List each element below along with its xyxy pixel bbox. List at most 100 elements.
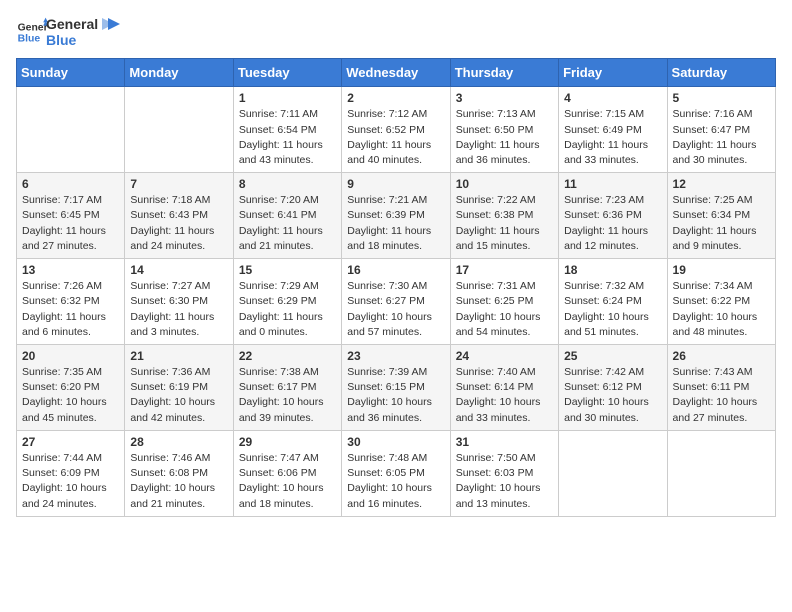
day-info: Sunrise: 7:26 AMSunset: 6:32 PMDaylight:… bbox=[22, 279, 119, 340]
day-number: 31 bbox=[456, 435, 553, 449]
day-info: Sunrise: 7:20 AMSunset: 6:41 PMDaylight:… bbox=[239, 193, 336, 254]
day-number: 18 bbox=[564, 263, 661, 277]
day-info: Sunrise: 7:50 AMSunset: 6:03 PMDaylight:… bbox=[456, 451, 553, 512]
day-info: Sunrise: 7:31 AMSunset: 6:25 PMDaylight:… bbox=[456, 279, 553, 340]
day-cell: 21 Sunrise: 7:36 AMSunset: 6:19 PMDayligh… bbox=[125, 345, 233, 431]
day-cell: 20 Sunrise: 7:35 AMSunset: 6:20 PMDayligh… bbox=[17, 345, 125, 431]
day-number: 26 bbox=[673, 349, 770, 363]
day-info: Sunrise: 7:30 AMSunset: 6:27 PMDaylight:… bbox=[347, 279, 444, 340]
week-row-4: 20 Sunrise: 7:35 AMSunset: 6:20 PMDayligh… bbox=[17, 345, 776, 431]
day-number: 28 bbox=[130, 435, 227, 449]
day-number: 9 bbox=[347, 177, 444, 191]
day-cell: 27 Sunrise: 7:44 AMSunset: 6:09 PMDayligh… bbox=[17, 430, 125, 516]
day-cell: 24 Sunrise: 7:40 AMSunset: 6:14 PMDayligh… bbox=[450, 345, 558, 431]
day-cell: 9 Sunrise: 7:21 AMSunset: 6:39 PMDaylight… bbox=[342, 173, 450, 259]
day-number: 25 bbox=[564, 349, 661, 363]
day-number: 24 bbox=[456, 349, 553, 363]
day-cell: 30Sunrise: 7:48 AMSunset: 6:05 PMDayligh… bbox=[342, 430, 450, 516]
day-info: Sunrise: 7:25 AMSunset: 6:34 PMDaylight:… bbox=[673, 193, 770, 254]
logo-arrow bbox=[102, 18, 120, 32]
day-number: 20 bbox=[22, 349, 119, 363]
day-info: Sunrise: 7:18 AMSunset: 6:43 PMDaylight:… bbox=[130, 193, 227, 254]
day-cell: 2 Sunrise: 7:12 AMSunset: 6:52 PMDaylight… bbox=[342, 87, 450, 173]
day-number: 27 bbox=[22, 435, 119, 449]
day-cell: 1 Sunrise: 7:11 AMSunset: 6:54 PMDaylight… bbox=[233, 87, 341, 173]
day-info: Sunrise: 7:11 AMSunset: 6:54 PMDaylight:… bbox=[239, 107, 336, 168]
week-row-1: 1 Sunrise: 7:11 AMSunset: 6:54 PMDaylight… bbox=[17, 87, 776, 173]
day-number: 1 bbox=[239, 91, 336, 105]
day-number: 12 bbox=[673, 177, 770, 191]
day-info: Sunrise: 7:23 AMSunset: 6:36 PMDaylight:… bbox=[564, 193, 661, 254]
day-number: 8 bbox=[239, 177, 336, 191]
day-number: 5 bbox=[673, 91, 770, 105]
day-cell bbox=[667, 430, 775, 516]
day-info: Sunrise: 7:13 AMSunset: 6:50 PMDaylight:… bbox=[456, 107, 553, 168]
day-cell: 19Sunrise: 7:34 AMSunset: 6:22 PMDayligh… bbox=[667, 259, 775, 345]
day-number: 23 bbox=[347, 349, 444, 363]
calendar: SundayMondayTuesdayWednesdayThursdayFrid… bbox=[16, 58, 776, 516]
day-cell: 16Sunrise: 7:30 AMSunset: 6:27 PMDayligh… bbox=[342, 259, 450, 345]
weekday-header-tuesday: Tuesday bbox=[233, 59, 341, 87]
day-info: Sunrise: 7:16 AMSunset: 6:47 PMDaylight:… bbox=[673, 107, 770, 168]
day-number: 14 bbox=[130, 263, 227, 277]
day-number: 29 bbox=[239, 435, 336, 449]
day-cell: 31 Sunrise: 7:50 AMSunset: 6:03 PMDayligh… bbox=[450, 430, 558, 516]
day-cell: 22Sunrise: 7:38 AMSunset: 6:17 PMDayligh… bbox=[233, 345, 341, 431]
day-cell: 6 Sunrise: 7:17 AMSunset: 6:45 PMDaylight… bbox=[17, 173, 125, 259]
day-info: Sunrise: 7:36 AMSunset: 6:19 PMDaylight:… bbox=[130, 365, 227, 426]
day-cell: 13 Sunrise: 7:26 AMSunset: 6:32 PMDayligh… bbox=[17, 259, 125, 345]
svg-text:Blue: Blue bbox=[18, 34, 41, 45]
day-number: 30 bbox=[347, 435, 444, 449]
day-number: 13 bbox=[22, 263, 119, 277]
day-info: Sunrise: 7:43 AMSunset: 6:11 PMDaylight:… bbox=[673, 365, 770, 426]
day-cell: 23 Sunrise: 7:39 AMSunset: 6:15 PMDayligh… bbox=[342, 345, 450, 431]
weekday-header-wednesday: Wednesday bbox=[342, 59, 450, 87]
weekday-header-row: SundayMondayTuesdayWednesdayThursdayFrid… bbox=[17, 59, 776, 87]
week-row-3: 13 Sunrise: 7:26 AMSunset: 6:32 PMDayligh… bbox=[17, 259, 776, 345]
day-number: 7 bbox=[130, 177, 227, 191]
day-info: Sunrise: 7:39 AMSunset: 6:15 PMDaylight:… bbox=[347, 365, 444, 426]
day-cell: 10 Sunrise: 7:22 AMSunset: 6:38 PMDayligh… bbox=[450, 173, 558, 259]
week-row-5: 27 Sunrise: 7:44 AMSunset: 6:09 PMDayligh… bbox=[17, 430, 776, 516]
day-cell: 26 Sunrise: 7:43 AMSunset: 6:11 PMDayligh… bbox=[667, 345, 775, 431]
day-info: Sunrise: 7:12 AMSunset: 6:52 PMDaylight:… bbox=[347, 107, 444, 168]
svg-text:General: General bbox=[18, 23, 48, 34]
day-info: Sunrise: 7:17 AMSunset: 6:45 PMDaylight:… bbox=[22, 193, 119, 254]
day-cell bbox=[17, 87, 125, 173]
day-info: Sunrise: 7:34 AMSunset: 6:22 PMDaylight:… bbox=[673, 279, 770, 340]
day-cell: 3 Sunrise: 7:13 AMSunset: 6:50 PMDaylight… bbox=[450, 87, 558, 173]
day-info: Sunrise: 7:35 AMSunset: 6:20 PMDaylight:… bbox=[22, 365, 119, 426]
day-number: 11 bbox=[564, 177, 661, 191]
day-cell: 11 Sunrise: 7:23 AMSunset: 6:36 PMDayligh… bbox=[559, 173, 667, 259]
day-info: Sunrise: 7:42 AMSunset: 6:12 PMDaylight:… bbox=[564, 365, 661, 426]
day-info: Sunrise: 7:21 AMSunset: 6:39 PMDaylight:… bbox=[347, 193, 444, 254]
day-cell: 12 Sunrise: 7:25 AMSunset: 6:34 PMDayligh… bbox=[667, 173, 775, 259]
logo-text-blue: Blue bbox=[46, 32, 120, 48]
day-info: Sunrise: 7:46 AMSunset: 6:08 PMDaylight:… bbox=[130, 451, 227, 512]
day-number: 10 bbox=[456, 177, 553, 191]
weekday-header-sunday: Sunday bbox=[17, 59, 125, 87]
day-info: Sunrise: 7:22 AMSunset: 6:38 PMDaylight:… bbox=[456, 193, 553, 254]
day-cell: 25 Sunrise: 7:42 AMSunset: 6:12 PMDayligh… bbox=[559, 345, 667, 431]
logo-icon: General Blue bbox=[16, 16, 48, 48]
day-info: Sunrise: 7:47 AMSunset: 6:06 PMDaylight:… bbox=[239, 451, 336, 512]
logo: General Blue General Blue bbox=[16, 16, 120, 48]
day-number: 3 bbox=[456, 91, 553, 105]
weekday-header-friday: Friday bbox=[559, 59, 667, 87]
day-number: 6 bbox=[22, 177, 119, 191]
day-number: 4 bbox=[564, 91, 661, 105]
day-number: 21 bbox=[130, 349, 227, 363]
logo-text-general: General bbox=[46, 16, 120, 32]
day-info: Sunrise: 7:15 AMSunset: 6:49 PMDaylight:… bbox=[564, 107, 661, 168]
day-info: Sunrise: 7:40 AMSunset: 6:14 PMDaylight:… bbox=[456, 365, 553, 426]
day-cell: 8 Sunrise: 7:20 AMSunset: 6:41 PMDaylight… bbox=[233, 173, 341, 259]
day-cell bbox=[125, 87, 233, 173]
page-container: General Blue General Blue bbox=[0, 0, 792, 527]
day-info: Sunrise: 7:44 AMSunset: 6:09 PMDaylight:… bbox=[22, 451, 119, 512]
day-info: Sunrise: 7:29 AMSunset: 6:29 PMDaylight:… bbox=[239, 279, 336, 340]
day-number: 15 bbox=[239, 263, 336, 277]
header: General Blue General Blue bbox=[16, 16, 776, 48]
day-cell: 17Sunrise: 7:31 AMSunset: 6:25 PMDayligh… bbox=[450, 259, 558, 345]
day-number: 2 bbox=[347, 91, 444, 105]
day-cell: 4 Sunrise: 7:15 AMSunset: 6:49 PMDaylight… bbox=[559, 87, 667, 173]
